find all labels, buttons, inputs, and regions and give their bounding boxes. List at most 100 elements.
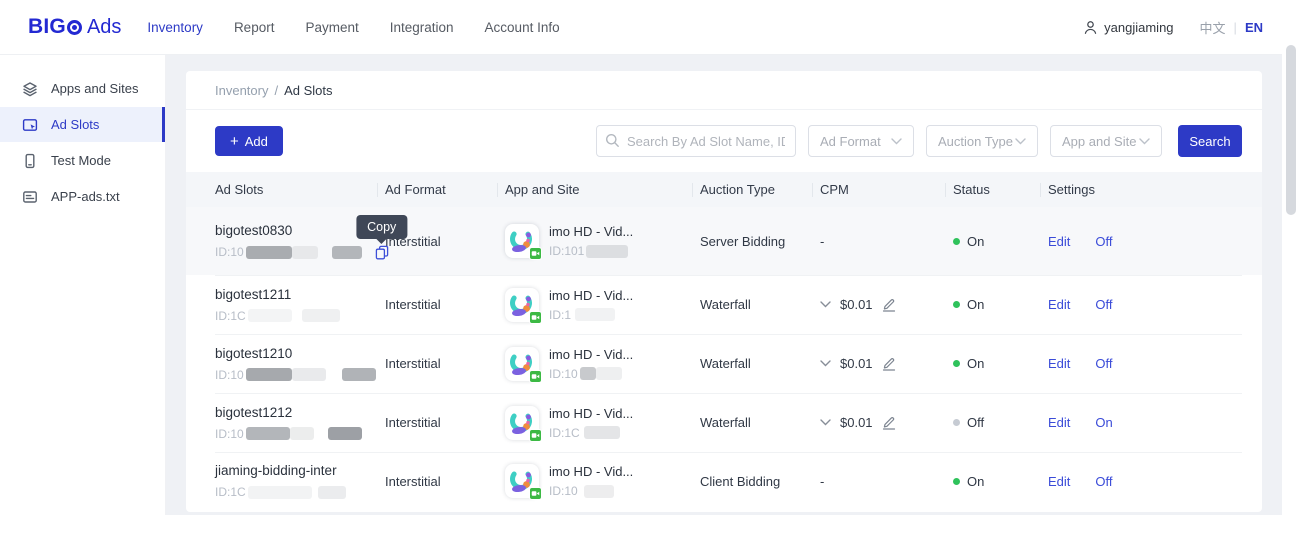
cpm-expand-chevron-icon[interactable]: [820, 419, 831, 426]
status-dot: [953, 419, 960, 426]
search-input[interactable]: [596, 125, 796, 157]
nav-item-inventory[interactable]: Inventory: [147, 20, 203, 35]
cpm-cell: -: [820, 474, 953, 489]
column-header-ad-slots: Ad Slots: [215, 182, 385, 197]
breadcrumb: Inventory / Ad Slots: [186, 71, 1262, 110]
settings-cell: Edit On: [1048, 415, 1242, 430]
cpm-value: $0.01: [840, 297, 873, 312]
search-button[interactable]: Search: [1178, 125, 1242, 157]
toggle-link[interactable]: Off: [1095, 474, 1112, 489]
lang-switch-en[interactable]: EN: [1245, 20, 1263, 35]
app-id: ID:10: [549, 367, 633, 381]
lang-switch-zh[interactable]: 中文: [1200, 18, 1226, 37]
nav-item-report[interactable]: Report: [234, 20, 275, 35]
ad-slot-id-prefix: ID:1C: [215, 485, 246, 499]
ad-slot-id-prefix: ID:1C: [215, 309, 246, 323]
nav-item-payment[interactable]: Payment: [305, 20, 358, 35]
app-and-site-cell: imo HD - Vid... ID:101: [505, 224, 700, 258]
toggle-link[interactable]: On: [1095, 415, 1112, 430]
redacted-id: [580, 426, 620, 439]
edit-link[interactable]: Edit: [1048, 234, 1070, 249]
edit-link[interactable]: Edit: [1048, 297, 1070, 312]
video-badge-icon: [529, 487, 542, 500]
edit-cpm-pencil-icon[interactable]: [882, 356, 896, 371]
user-menu[interactable]: yangjiaming: [1083, 20, 1173, 35]
auction-type-cell: Waterfall: [700, 297, 820, 312]
edit-link[interactable]: Edit: [1048, 415, 1070, 430]
column-header-app-and-site: App and Site: [505, 182, 700, 197]
copy-icon[interactable]: Copy: [375, 245, 389, 260]
column-header-cpm: CPM: [820, 182, 953, 197]
status-label: On: [967, 297, 984, 312]
top-right-area: yangjiaming 中文 | EN: [1083, 18, 1263, 37]
toggle-link[interactable]: Off: [1095, 356, 1112, 371]
app-id-prefix: ID:10: [549, 484, 578, 498]
cpm-cell: $0.01: [820, 297, 953, 312]
scrollbar-thumb[interactable]: [1286, 45, 1296, 215]
breadcrumb-separator: /: [274, 83, 278, 98]
logo-text-big: BIG: [28, 15, 66, 39]
nav-item-account-info[interactable]: Account Info: [485, 20, 560, 35]
app-id: ID:1C: [549, 426, 633, 440]
redacted-id: [571, 308, 615, 321]
edit-link[interactable]: Edit: [1048, 474, 1070, 489]
sidebar-item-ad-slots[interactable]: Ad Slots: [0, 107, 165, 142]
chevron-down-icon: [891, 138, 902, 145]
auction-type-cell: Waterfall: [700, 356, 820, 371]
add-button[interactable]: + Add: [215, 126, 283, 156]
table-row: bigotest0830 ID:10 Copy Interstitial imo…: [186, 207, 1262, 275]
edit-cpm-pencil-icon[interactable]: [882, 415, 896, 430]
app-and-site-select-placeholder: App and Site: [1062, 134, 1136, 149]
table-row: bigotest1211 ID:1C Interstitial imo HD -…: [186, 275, 1262, 334]
app-id: ID:1: [549, 308, 633, 322]
table-row: bigotest1212 ID:10 Interstitial imo HD -…: [186, 393, 1262, 452]
redacted-id: [244, 368, 376, 381]
breadcrumb-parent[interactable]: Inventory: [215, 83, 268, 98]
status-dot: [953, 238, 960, 245]
logo-o-icon: [67, 20, 82, 35]
sidebar-item-app-ads-txt[interactable]: APP-ads.txt: [0, 179, 165, 214]
auction-type-cell: Client Bidding: [700, 474, 820, 489]
sidebar-item-label: Ad Slots: [51, 117, 99, 132]
sidebar-item-label: APP-ads.txt: [51, 189, 120, 204]
cpm-cell: $0.01: [820, 415, 953, 430]
status-cell: On: [953, 234, 1048, 249]
edit-link[interactable]: Edit: [1048, 356, 1070, 371]
ad-format-select-placeholder: Ad Format: [820, 134, 881, 149]
toggle-link[interactable]: Off: [1095, 234, 1112, 249]
column-header-ad-format: Ad Format: [385, 182, 505, 197]
video-badge-icon: [529, 429, 542, 442]
redacted-id: [244, 427, 362, 440]
ad-slot-id: ID:1C: [215, 485, 385, 499]
search-box: [596, 125, 796, 157]
auction-type-cell: Waterfall: [700, 415, 820, 430]
bigo-ads-logo[interactable]: BIGAds: [28, 15, 121, 39]
sidebar-item-apps-and-sites[interactable]: Apps and Sites: [0, 71, 165, 106]
ad-slot-cell: bigotest1210 ID:10: [215, 346, 385, 382]
auction-type-select[interactable]: Auction Type: [926, 125, 1038, 157]
edit-cpm-pencil-icon[interactable]: [882, 297, 896, 312]
nav-item-integration[interactable]: Integration: [390, 20, 454, 35]
ad-slot-id-prefix: ID:10: [215, 245, 244, 259]
cpm-expand-chevron-icon[interactable]: [820, 301, 831, 308]
sidebar-item-test-mode[interactable]: Test Mode: [0, 143, 165, 178]
redacted-id: [578, 485, 614, 498]
cpm-cell: -: [820, 234, 953, 249]
app-and-site-cell: imo HD - Vid... ID:10: [505, 464, 700, 498]
cpm-expand-chevron-icon[interactable]: [820, 360, 831, 367]
ad-slot-name: bigotest1210: [215, 346, 385, 361]
app-and-site-select[interactable]: App and Site: [1050, 125, 1162, 157]
redacted-id: [584, 245, 628, 258]
app-info: imo HD - Vid... ID:1: [549, 288, 633, 322]
cpm-value: $0.01: [840, 415, 873, 430]
phone-icon: [22, 153, 38, 169]
table-row: bigotest1210 ID:10 Interstitial imo HD -…: [186, 334, 1262, 393]
ad-format-select[interactable]: Ad Format: [808, 125, 914, 157]
redacted-id: [578, 367, 622, 380]
status-label: On: [967, 474, 984, 489]
toggle-link[interactable]: Off: [1095, 297, 1112, 312]
app-and-site-cell: imo HD - Vid... ID:1: [505, 288, 700, 322]
ad-slot-id: ID:10 Copy: [215, 245, 385, 260]
auction-type-cell: Server Bidding: [700, 234, 820, 249]
redacted-id: [246, 309, 340, 322]
